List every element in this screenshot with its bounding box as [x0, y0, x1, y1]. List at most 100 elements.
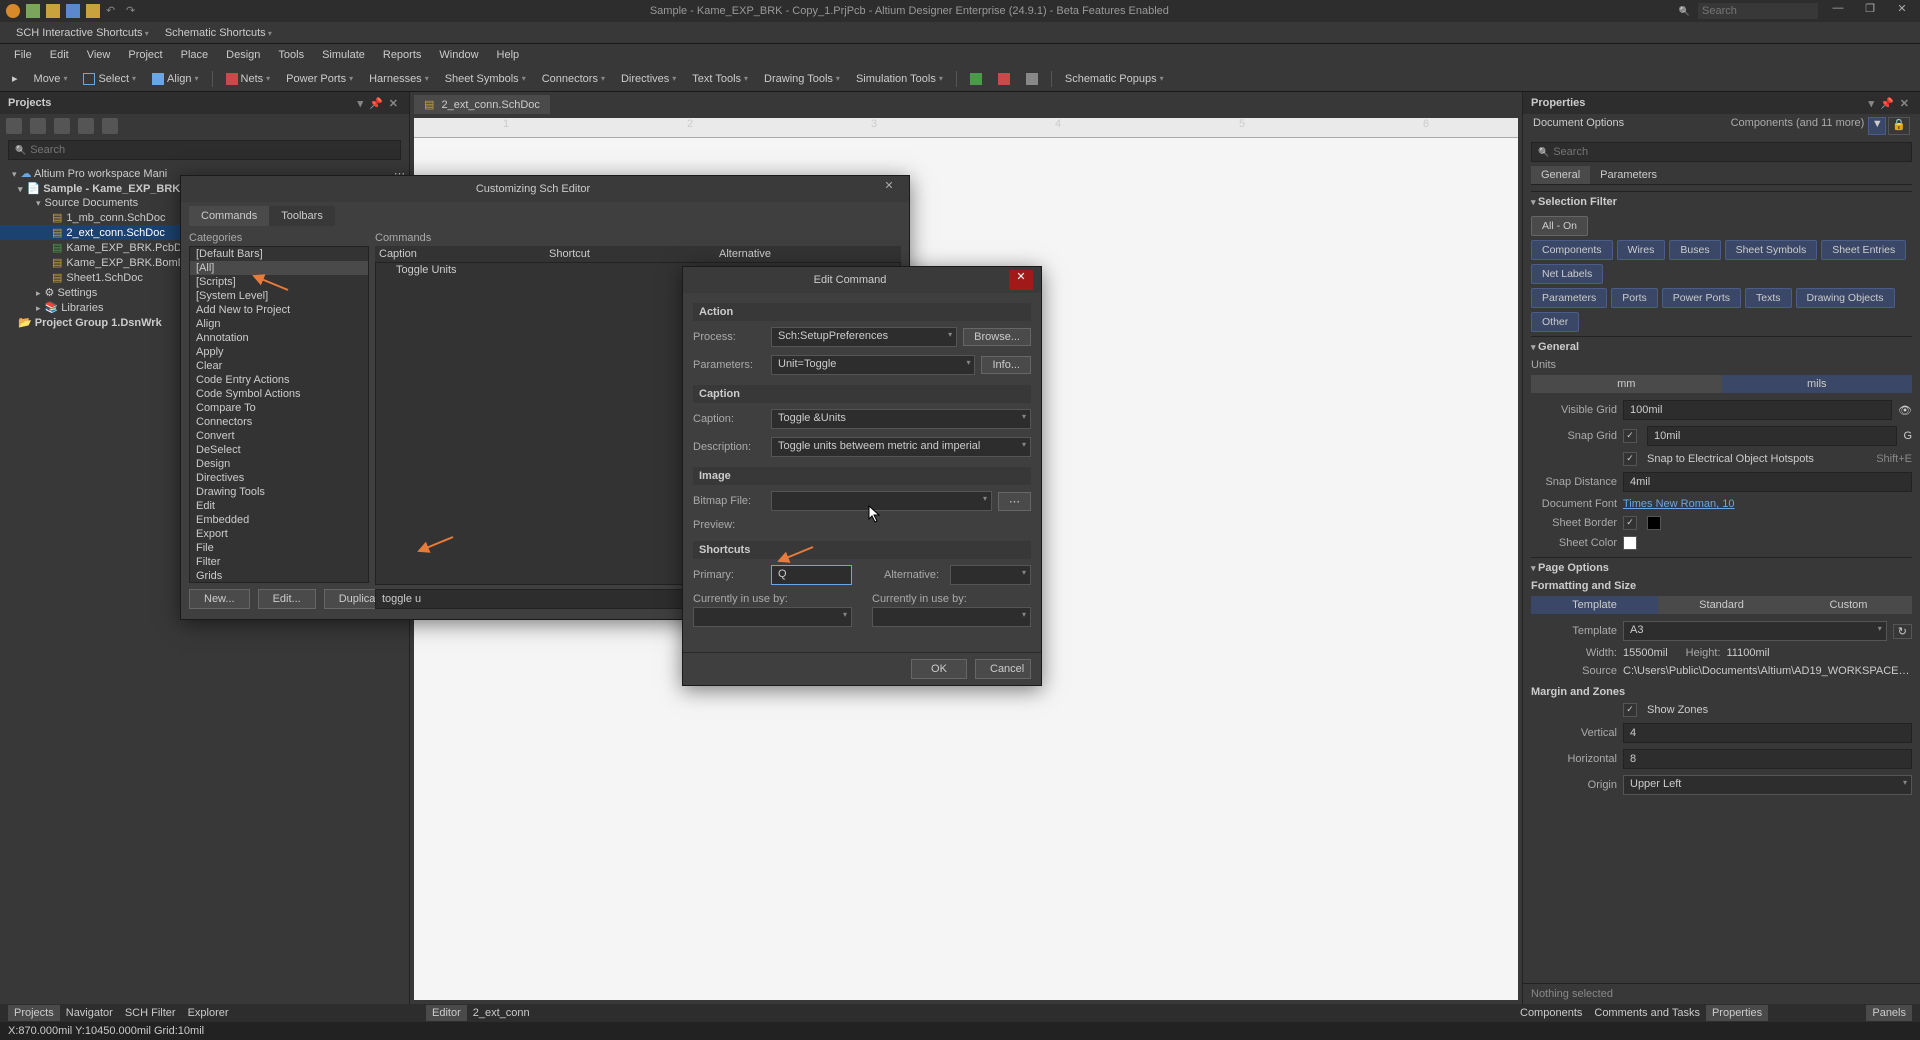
category-item[interactable]: Edit: [190, 499, 368, 513]
schematic-shortcuts[interactable]: Schematic Shortcuts: [159, 25, 278, 41]
footer-tab-properties[interactable]: Properties: [1706, 1005, 1768, 1021]
visible-icon[interactable]: 👁: [1898, 404, 1912, 417]
panel-pin-icon[interactable]: 📌: [366, 97, 386, 110]
customize-close[interactable]: ✕: [877, 179, 901, 199]
category-item[interactable]: Design: [190, 457, 368, 471]
visible-grid-input[interactable]: [1623, 400, 1892, 420]
category-item[interactable]: [All]: [190, 261, 368, 275]
doc-font-link[interactable]: Times New Roman, 10: [1623, 498, 1912, 510]
chip[interactable]: Wires: [1617, 240, 1666, 260]
sheet-color-swatch[interactable]: [1623, 536, 1637, 550]
proj-tb-icon-5[interactable]: [102, 118, 118, 134]
update-icon[interactable]: ↻: [1893, 624, 1912, 639]
titlebar-search[interactable]: [1698, 3, 1818, 19]
browse-button[interactable]: Browse...: [963, 328, 1031, 346]
chip[interactable]: Ports: [1611, 288, 1658, 308]
close-button[interactable]: ✕: [1890, 2, 1914, 20]
chip[interactable]: Parameters: [1531, 288, 1607, 308]
horizontal-input[interactable]: [1623, 749, 1912, 769]
funnel-icon[interactable]: ▼: [1868, 117, 1886, 135]
tb-harnesses[interactable]: Harnesses: [363, 71, 435, 87]
icon-save[interactable]: [66, 4, 80, 18]
vertical-input[interactable]: [1623, 723, 1912, 743]
units-mils[interactable]: mils: [1722, 375, 1913, 393]
alternative-shortcut-input[interactable]: [950, 565, 1031, 585]
tb-icon-c[interactable]: [1020, 71, 1044, 87]
general-header[interactable]: General: [1531, 336, 1912, 357]
params-dropdown[interactable]: Unit=Toggle: [771, 355, 975, 375]
category-item[interactable]: Add New to Project: [190, 303, 368, 317]
category-item[interactable]: Connectors: [190, 415, 368, 429]
icon-open[interactable]: [46, 4, 60, 18]
primary-shortcut-input[interactable]: Q: [771, 565, 852, 585]
tb-select[interactable]: Select: [77, 71, 142, 87]
bitmap-input[interactable]: [771, 491, 992, 511]
footer-tab-ext-conn[interactable]: 2_ext_conn: [467, 1005, 536, 1021]
ok-button[interactable]: OK: [911, 659, 967, 679]
in-use-dropdown-1[interactable]: [693, 607, 852, 627]
tb-icon-a[interactable]: [964, 71, 988, 87]
customize-tab-commands[interactable]: Commands: [189, 206, 269, 226]
properties-search[interactable]: [1531, 142, 1912, 162]
caption-input[interactable]: Toggle &Units: [771, 409, 1031, 429]
category-item[interactable]: Annotation: [190, 331, 368, 345]
categories-list[interactable]: [Default Bars][All][Scripts][System Leve…: [189, 246, 369, 583]
chip[interactable]: Texts: [1745, 288, 1792, 308]
category-item[interactable]: [Default Bars]: [190, 247, 368, 261]
footer-tab-navigator[interactable]: Navigator: [60, 1005, 119, 1021]
proj-tb-icon-1[interactable]: [6, 118, 22, 134]
chip[interactable]: Components: [1531, 240, 1613, 260]
menu-tools[interactable]: Tools: [270, 47, 312, 63]
menu-place[interactable]: Place: [173, 47, 217, 63]
edit-command-close[interactable]: ✕: [1009, 270, 1033, 290]
bitmap-browse[interactable]: ⋯: [998, 492, 1031, 511]
footer-tab-components[interactable]: Components: [1514, 1005, 1588, 1021]
chip[interactable]: Sheet Symbols: [1725, 240, 1818, 260]
tb-align[interactable]: Align: [146, 71, 204, 87]
category-item[interactable]: Directives: [190, 471, 368, 485]
icon-doc[interactable]: [26, 4, 40, 18]
restore-button[interactable]: ❐: [1858, 2, 1882, 20]
panel-close-icon[interactable]: ✕: [386, 97, 401, 110]
tb-drawing-tools[interactable]: Drawing Tools: [758, 71, 846, 87]
category-item[interactable]: DeSelect: [190, 443, 368, 457]
tb-nets[interactable]: Nets: [220, 71, 277, 87]
chip[interactable]: Drawing Objects: [1796, 288, 1895, 308]
tb-cursor-icon[interactable]: ▸: [6, 70, 24, 87]
menu-project[interactable]: Project: [120, 47, 170, 63]
page-options-header[interactable]: Page Options: [1531, 557, 1912, 578]
footer-tab-explorer[interactable]: Explorer: [182, 1005, 235, 1021]
tb-connectors[interactable]: Connectors: [536, 71, 611, 87]
process-dropdown[interactable]: Sch:SetupPreferences: [771, 327, 957, 347]
tb-directives[interactable]: Directives: [615, 71, 682, 87]
footer-tab-projects[interactable]: Projects: [8, 1005, 60, 1021]
tb-text-tools[interactable]: Text Tools: [686, 71, 754, 87]
icon-open2[interactable]: [86, 4, 100, 18]
menu-simulate[interactable]: Simulate: [314, 47, 373, 63]
panel-dropdown-icon[interactable]: ▾: [355, 97, 367, 110]
category-item[interactable]: Embedded: [190, 513, 368, 527]
category-item[interactable]: Align: [190, 317, 368, 331]
menu-design[interactable]: Design: [218, 47, 268, 63]
tb-power-ports[interactable]: Power Ports: [280, 71, 359, 87]
sch-interactive-shortcuts[interactable]: SCH Interactive Shortcuts: [10, 25, 155, 41]
category-item[interactable]: Clear: [190, 359, 368, 373]
menu-edit[interactable]: Edit: [42, 47, 77, 63]
panel-dropdown-icon[interactable]: ▾: [1866, 97, 1878, 110]
footer-tab-sch-filter[interactable]: SCH Filter: [119, 1005, 182, 1021]
components-more[interactable]: Components (and 11 more): [1731, 117, 1865, 135]
snap-dist-input[interactable]: [1623, 472, 1912, 492]
description-input[interactable]: Toggle units betweem metric and imperial: [771, 437, 1031, 457]
tb-move[interactable]: Move: [28, 71, 74, 87]
minimize-button[interactable]: —: [1826, 2, 1850, 20]
border-color-swatch[interactable]: [1647, 516, 1661, 530]
chip-all-on[interactable]: All - On: [1531, 216, 1588, 236]
seg-standard[interactable]: Standard: [1658, 596, 1785, 614]
snap-elec-check[interactable]: [1623, 452, 1641, 466]
proj-tb-icon-4[interactable]: [78, 118, 94, 134]
proj-tb-icon-3[interactable]: [54, 118, 70, 134]
category-item[interactable]: [Scripts]: [190, 275, 368, 289]
panel-pin-icon[interactable]: 📌: [1877, 97, 1897, 110]
origin-dropdown[interactable]: Upper Left: [1623, 775, 1912, 795]
category-item[interactable]: File: [190, 541, 368, 555]
